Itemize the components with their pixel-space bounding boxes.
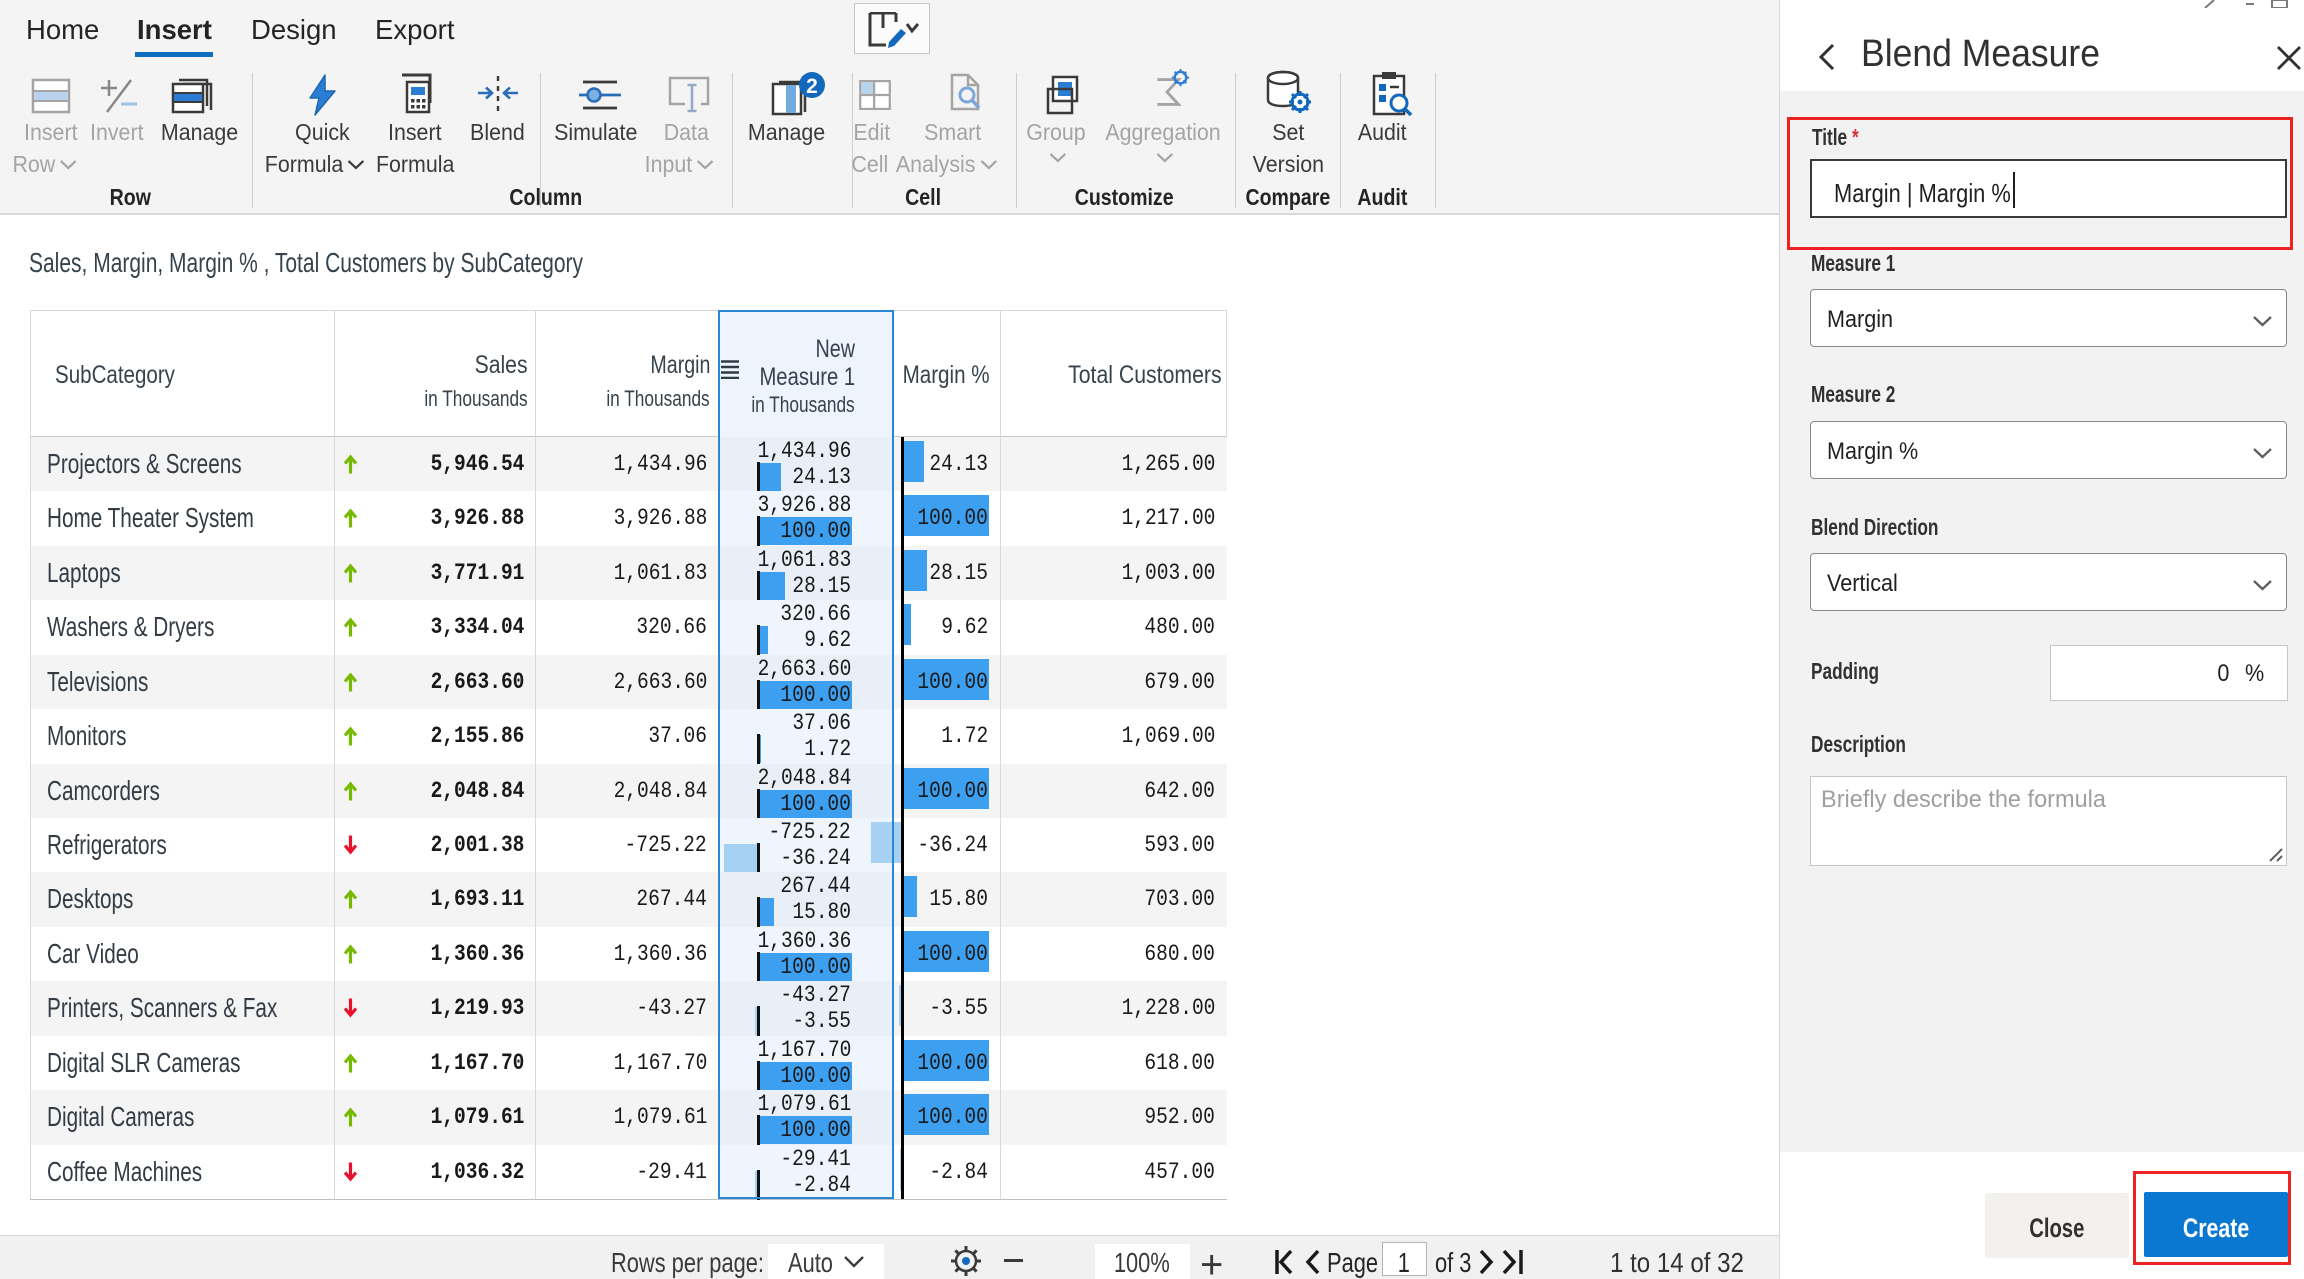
svg-text:2: 2 (806, 75, 818, 98)
